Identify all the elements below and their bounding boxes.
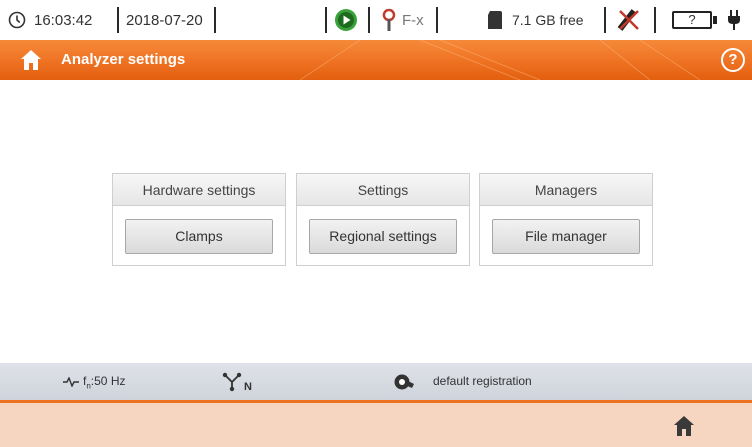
- home-icon[interactable]: [20, 49, 42, 71]
- sd-card-icon: [487, 0, 503, 40]
- regional-settings-button[interactable]: Regional settings: [309, 219, 457, 254]
- recording-icon[interactable]: [334, 0, 358, 40]
- divider: [604, 7, 606, 33]
- waveform-icon: [63, 363, 79, 400]
- group-header: Settings: [297, 174, 469, 206]
- nominal-frequency: fn:50 Hz: [83, 363, 125, 400]
- hardware-settings-group: Hardware settings Clamps: [112, 173, 286, 266]
- clamp-icon[interactable]: [382, 0, 396, 40]
- settings-group: Settings Regional settings: [296, 173, 470, 266]
- managers-group: Managers File manager: [479, 173, 653, 266]
- battery-level: ?: [672, 11, 712, 29]
- status-bar: 16:03:42 2018-07-20 F-x 7.1 GB free ?: [0, 0, 752, 40]
- registration-icon: [393, 363, 415, 400]
- power-plug-icon: [727, 0, 741, 40]
- divider: [325, 7, 327, 33]
- footer-home-icon[interactable]: [673, 415, 695, 442]
- divider: [117, 7, 119, 33]
- storage-free: 7.1 GB free: [512, 12, 584, 28]
- help-icon[interactable]: ?: [721, 48, 745, 72]
- frequency-value: :50 Hz: [90, 374, 126, 388]
- group-header: Managers: [480, 174, 652, 206]
- divider: [368, 7, 370, 33]
- battery-icon: ?: [672, 0, 717, 40]
- usb-disconnected-icon[interactable]: [614, 0, 644, 40]
- status-time: 16:03:42: [34, 11, 93, 29]
- clamp-type: F-x: [402, 11, 424, 29]
- clamps-button[interactable]: Clamps: [125, 219, 273, 254]
- footer-bar: [0, 403, 752, 447]
- divider: [214, 7, 216, 33]
- clock-icon: [8, 0, 26, 40]
- file-manager-button[interactable]: File manager: [492, 219, 640, 254]
- title-bar: Analyzer settings ?: [0, 40, 752, 80]
- page-title: Analyzer settings: [61, 51, 186, 68]
- divider: [654, 7, 656, 33]
- network-type-icon: [221, 363, 243, 400]
- status-date: 2018-07-20: [126, 11, 203, 29]
- group-header: Hardware settings: [113, 174, 285, 206]
- divider: [436, 7, 438, 33]
- registration-config: default registration: [433, 374, 532, 388]
